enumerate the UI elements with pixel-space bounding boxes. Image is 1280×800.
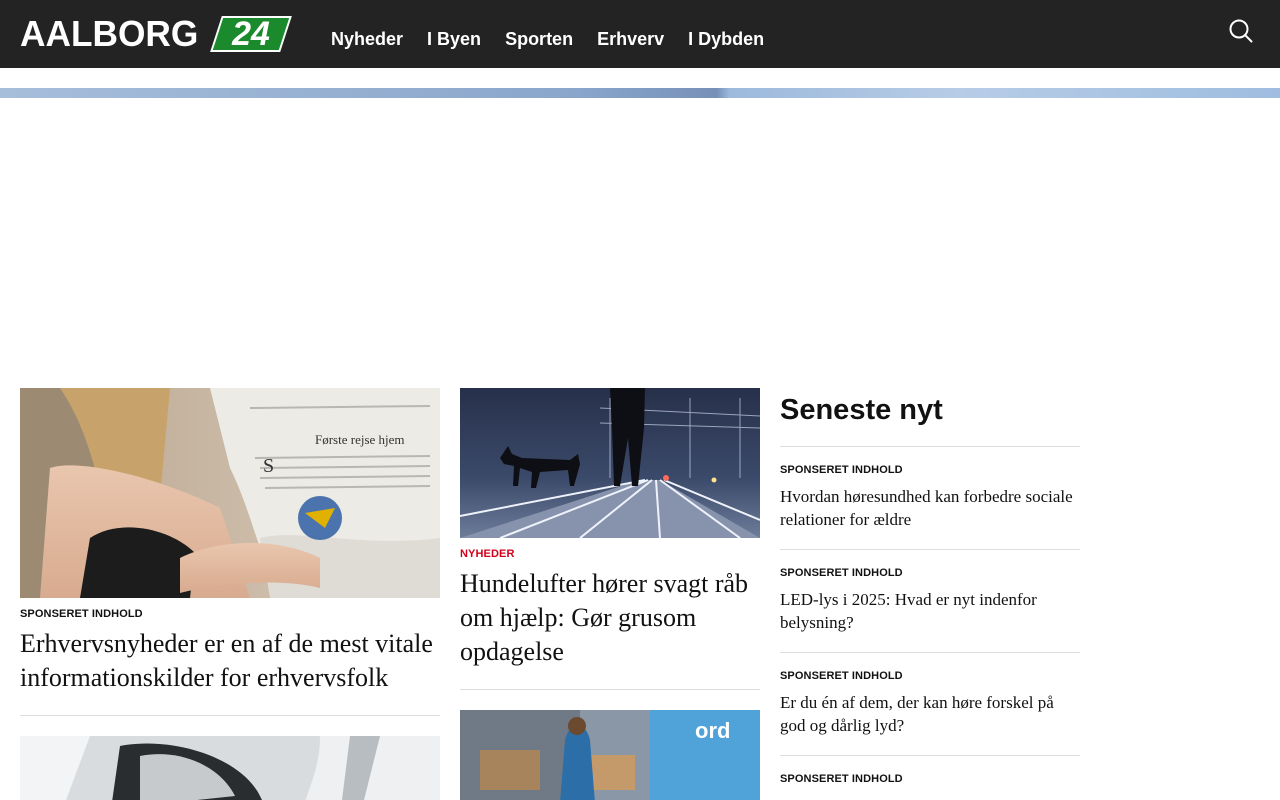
main-nav: Nyheder I Byen Sporten Erhverv I Dybden [331,0,788,68]
latest-news-category[interactable]: SPONSERET INDHOLD [780,669,1080,683]
article-image-woman-reading-newspaper[interactable]: Første rejse hjem S [20,388,440,598]
site-header: AALBORG 24 Nyheder I Byen Sporten Erhver… [0,0,1280,68]
nav-link-nyheder[interactable]: Nyheder [331,19,403,49]
nav-link-i-dybden[interactable]: I Dybden [688,19,764,49]
article-headline[interactable]: Hundelufter hører svagt råb om hjælp: Gø… [460,567,760,669]
nav-link-erhverv[interactable]: Erhverv [597,19,664,49]
latest-news-headline[interactable]: Er du én af dem, der kan høre forskel på… [780,691,1080,737]
nav-link-sporten[interactable]: Sporten [505,19,573,49]
railway-photo [460,388,760,538]
sidebar-title: Seneste nyt [780,394,943,426]
nav-link-i-byen[interactable]: I Byen [427,19,481,49]
search-icon [1229,19,1253,43]
svg-text:S: S [263,455,274,477]
svg-text:Første rejse hjem: Første rejse hjem [315,432,405,447]
article-image-dog-on-railway-tracks[interactable] [460,388,760,538]
article-column-middle: NYHEDER Hundelufter hører svagt råb om h… [460,388,760,800]
logo-badge: 24 [210,15,292,53]
logo-badge-text: 24 [232,15,270,53]
article-image-courier-loading-van[interactable]: ord [460,710,760,800]
car-photo [20,736,440,800]
latest-news-item[interactable]: SPONSERET INDHOLD LED-lys i 2025: Hvad e… [780,549,1080,652]
latest-news-item[interactable]: SPONSERET INDHOLD Er du én af dem, der k… [780,652,1080,755]
latest-news-item[interactable]: SPONSERET INDHOLD Hvordan høresundhed ka… [780,446,1080,549]
latest-news-headline[interactable]: LED-lys i 2025: Hvad er nyt indenfor bel… [780,588,1080,634]
article-card[interactable]: NYHEDER Hundelufter hører svagt råb om h… [460,388,760,669]
newspaper-photo: Første rejse hjem S [20,388,440,598]
article-card[interactable] [20,736,440,800]
article-category[interactable]: SPONSERET INDHOLD [20,607,440,621]
divider [20,715,440,716]
latest-news-item[interactable]: SPONSERET INDHOLD [780,755,1080,800]
svg-text:ord: ord [695,718,730,743]
article-column-left: Første rejse hjem S SPONSERET INDHOLD Er… [20,388,440,800]
latest-news-sidebar: Seneste nyt SPONSERET INDHOLD Hvordan hø… [780,388,1080,800]
courier-photo: ord [460,710,760,800]
ad-banner-strip[interactable] [0,88,1280,98]
article-category[interactable]: NYHEDER [460,547,760,561]
article-headline[interactable]: Erhvervsnyheder er en af de mest vitale … [20,627,440,695]
latest-news-category[interactable]: SPONSERET INDHOLD [780,772,1080,786]
article-image-car-side-mirror[interactable] [20,736,440,800]
logo-text: AALBORG [20,13,199,54]
divider [460,689,760,690]
article-card[interactable]: ord [460,710,760,800]
search-button[interactable] [1226,16,1256,46]
latest-news-headline[interactable]: Hvordan høresundhed kan forbedre sociale… [780,485,1080,531]
article-card[interactable]: Første rejse hjem S SPONSERET INDHOLD Er… [20,388,440,695]
latest-news-category[interactable]: SPONSERET INDHOLD [780,566,1080,580]
site-logo[interactable]: AALBORG 24 [20,13,292,54]
latest-news-category[interactable]: SPONSERET INDHOLD [780,463,1080,477]
